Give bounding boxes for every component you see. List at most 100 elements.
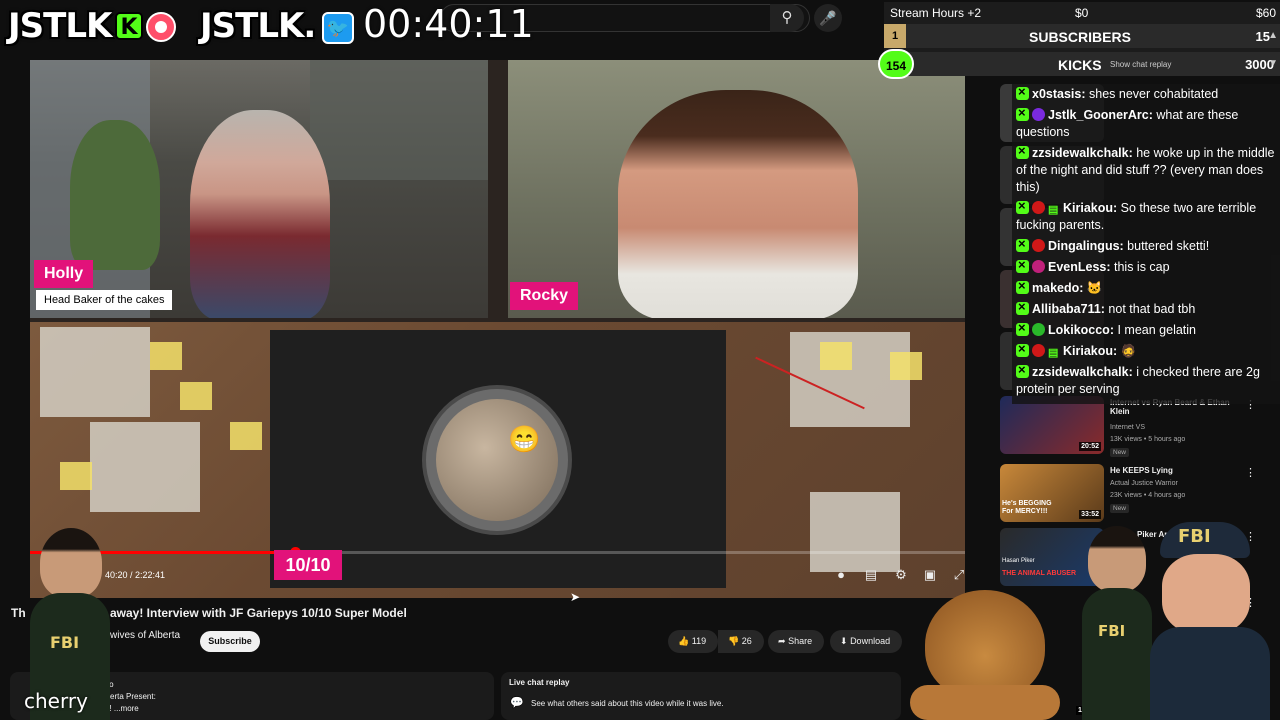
chat-text: 🧔	[1117, 344, 1137, 358]
video-time: 40:20 / 2:22:41	[105, 570, 166, 580]
subscribers-label: SUBSCRIBERS	[1029, 29, 1131, 45]
dog-paws	[910, 685, 1060, 720]
video-player[interactable]: Holly Head Baker of the cakes Rocky 😁	[30, 60, 965, 598]
microphone-icon[interactable]: 🎤	[814, 4, 842, 32]
chat-message: makedo: 🐱	[1012, 277, 1280, 299]
kick-badge-icon	[1016, 298, 1029, 315]
sticky-note	[60, 462, 92, 490]
fbi-cap-label: FBI	[1178, 526, 1211, 547]
settings-gear-icon[interactable]: ⚙	[892, 566, 910, 584]
mascot-head	[1088, 526, 1146, 592]
live-chat-replay-box[interactable]: Live chat replay 💬 See what others said …	[501, 672, 901, 720]
gift-badge-icon: ▤	[1048, 347, 1059, 359]
board-paper	[810, 492, 900, 572]
dislike-button[interactable]: 👎 26	[718, 630, 764, 653]
mouse-cursor-icon: ➤	[570, 590, 581, 604]
download-label: Download	[850, 636, 891, 646]
more-options-icon[interactable]: ⋮	[1245, 466, 1256, 479]
chat-username[interactable]: Kiriakou:	[1063, 201, 1117, 215]
stream-timer: 00:40:11	[363, 2, 534, 46]
kick-badge-icon	[1016, 277, 1029, 294]
fbi-label: FBI	[1098, 622, 1126, 640]
sticky-note	[820, 342, 852, 370]
red-badge-icon	[1032, 344, 1045, 357]
chat-message: zzsidewalkchalk: he woke up in the middl…	[1012, 142, 1280, 198]
dollar-goal: $60	[1255, 6, 1276, 20]
streamer-name-label: cherry	[24, 689, 88, 713]
chat-username[interactable]: Lokikocco:	[1048, 323, 1114, 337]
chevron-down-icon[interactable]: ▼	[1268, 58, 1278, 69]
share-icon: ➦	[778, 636, 786, 646]
rec-thumbnail[interactable]: 20:52	[1000, 396, 1104, 454]
rec-meta: 23K views • 4 hours ago	[1110, 492, 1186, 499]
kick-badge-icon	[1016, 340, 1029, 357]
chat-username[interactable]: zzsidewalkchalk:	[1032, 365, 1133, 379]
autoplay-toggle-icon[interactable]: ●	[832, 566, 850, 584]
mascot-body	[1082, 588, 1152, 720]
chat-username[interactable]: EvenLess:	[1048, 260, 1111, 274]
couple-photo	[436, 399, 558, 521]
kicks-label: KICKS	[1058, 57, 1102, 73]
chat-username[interactable]: Jstlk_GoonerArc:	[1048, 108, 1153, 122]
chat-username[interactable]: x0stasis:	[1032, 87, 1086, 101]
chat-message: ▤ Kiriakou: 🧔	[1012, 340, 1280, 362]
like-button[interactable]: 👍 119	[668, 630, 718, 653]
rec-new-badge: New	[1110, 504, 1130, 513]
kick-badge-icon	[1016, 361, 1029, 378]
stream-goals-panel: Stream Hours +2 $0 $60 1 SUBSCRIBERS 15 …	[878, 2, 1280, 79]
record-icon	[146, 12, 176, 42]
chat-username[interactable]: Dingalingus:	[1048, 239, 1124, 253]
sticky-note	[150, 342, 182, 370]
chat-text: I mean gelatin	[1114, 323, 1196, 337]
show-chat-replay-link[interactable]: Show chat replay	[1110, 60, 1171, 69]
download-button[interactable]: ⬇ Download	[830, 630, 902, 653]
download-icon: ⬇	[840, 636, 848, 646]
chat-message: Dingalingus: buttered sketti!	[1012, 235, 1280, 257]
chat-text: shes never cohabitated	[1085, 87, 1219, 101]
chat-text: buttered sketti!	[1123, 239, 1210, 253]
chat-text: not that bad tbh	[1104, 302, 1196, 316]
participant-name-tag: Holly	[34, 260, 94, 288]
kick-logo-icon: K	[115, 12, 143, 40]
kick-badge-icon	[1016, 235, 1029, 252]
kick-badge-icon	[1016, 197, 1029, 214]
progress-bar[interactable]	[30, 547, 965, 558]
dog-head	[925, 590, 1045, 700]
search-icon[interactable]: ⚲	[770, 4, 804, 32]
chat-username[interactable]: Kiriakou:	[1063, 344, 1117, 358]
kick-badge-icon	[1016, 319, 1029, 336]
share-button[interactable]: ➦ Share	[768, 630, 824, 653]
dollar-start: $0	[1075, 6, 1089, 20]
chat-message: ▤Kiriakou: So these two are terrible fuc…	[1012, 197, 1280, 236]
kick-badge-icon	[1016, 256, 1029, 273]
rec-thumbnail[interactable]: He's BEGGING For MERCY!!! 33:52	[1000, 464, 1104, 522]
rocky-video-tile: Rocky	[508, 60, 965, 318]
like-count: 119	[691, 636, 707, 646]
chevron-up-icon[interactable]: ▲	[1268, 30, 1278, 41]
fbi-woman-mascot-right: FBI	[1082, 526, 1152, 720]
subtitles-icon[interactable]: ▤	[862, 566, 880, 584]
fullscreen-icon[interactable]: ⤢	[950, 566, 968, 584]
sticky-note	[890, 352, 922, 380]
rocky-person	[618, 90, 858, 318]
chat-message: EvenLess: this is cap	[1012, 256, 1280, 278]
chat-text: 🐱	[1083, 281, 1103, 295]
chat-username[interactable]: Allibaba711:	[1032, 302, 1105, 316]
chat-username[interactable]: zzsidewalkchalk:	[1032, 146, 1133, 160]
thumbs-up-icon: 👍	[678, 636, 690, 646]
rec-new-badge: New	[1110, 448, 1130, 457]
rec-title[interactable]: He KEEPS Lying	[1110, 466, 1250, 475]
holly-person	[190, 110, 330, 318]
sticky-note	[230, 422, 262, 450]
chat-message: Allibaba711: not that bad tbh	[1012, 298, 1280, 320]
channel-name[interactable]: wives of Alberta	[110, 630, 180, 641]
board-paper	[40, 327, 150, 417]
brand-logo-right: JSTLK.	[200, 6, 316, 46]
magenta-badge-icon	[1032, 260, 1045, 273]
miniplayer-icon[interactable]: ▣	[921, 566, 939, 584]
subscribe-button[interactable]: Subscribe	[200, 631, 260, 652]
chat-username[interactable]: makedo:	[1032, 281, 1083, 295]
rec-channel: Internet VS	[1110, 424, 1146, 431]
red-badge-icon	[1032, 239, 1045, 252]
thumb-overlay-text: He's BEGGING For MERCY!!!	[1002, 500, 1052, 515]
